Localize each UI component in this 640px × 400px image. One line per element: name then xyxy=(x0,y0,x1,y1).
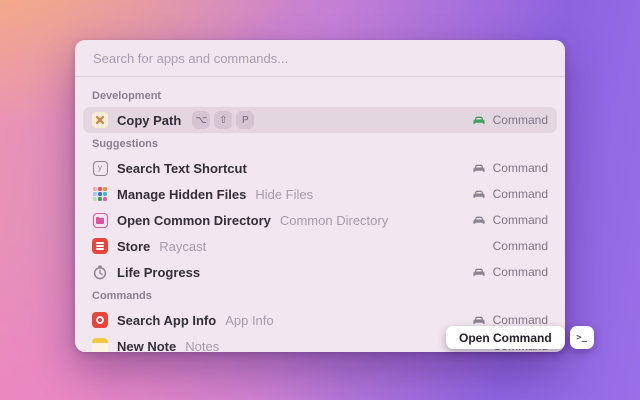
shift-key: ⇧ xyxy=(214,111,233,129)
item-title: New Note xyxy=(117,338,177,353)
item-subtitle: App Info xyxy=(225,312,274,328)
option-key: ⌥ xyxy=(192,111,211,129)
item-title: Search Text Shortcut xyxy=(117,160,247,176)
section-header-commands: Commands xyxy=(92,290,152,302)
list-item-open-common-directory[interactable]: Open Common Directory Common Directory C… xyxy=(83,207,557,233)
directory-icon xyxy=(92,212,108,228)
item-title: Search App Info xyxy=(117,312,217,328)
item-type-label: Command xyxy=(492,187,548,201)
item-type-label: Command xyxy=(492,265,548,279)
p-key: P xyxy=(236,111,255,129)
app-info-icon xyxy=(92,312,108,328)
list-item-copy-path[interactable]: Copy Path ⌥ ⇧ P Command xyxy=(83,107,557,133)
item-subtitle: Notes xyxy=(185,338,220,353)
item-title: Store xyxy=(117,238,151,254)
store-icon xyxy=(92,238,108,254)
open-command-button[interactable]: Open Command xyxy=(446,326,565,349)
section-header-development: Development xyxy=(92,90,162,102)
item-title: Life Progress xyxy=(117,264,201,280)
car-icon xyxy=(472,163,486,174)
item-subtitle: Raycast xyxy=(159,238,207,254)
shortcut-keys: ⌥ ⇧ P xyxy=(192,111,255,129)
item-subtitle: Hide Files xyxy=(255,186,314,202)
item-type-label: Command xyxy=(492,113,548,127)
desktop-wallpaper: Development Copy Path ⌥ ⇧ P Command xyxy=(0,0,640,400)
open-command-hint: Open Command >_ xyxy=(446,326,594,349)
item-title: Manage Hidden Files xyxy=(117,186,247,202)
section-header-suggestions: Suggestions xyxy=(92,138,159,150)
item-title: Open Common Directory xyxy=(117,212,271,228)
clock-icon xyxy=(92,264,108,280)
item-type-label: Command xyxy=(492,239,548,253)
search-bar xyxy=(75,40,565,77)
note-icon xyxy=(92,338,108,352)
item-title: Copy Path xyxy=(117,112,182,128)
terminal-prompt-icon: >_ xyxy=(569,326,594,349)
item-subtitle: Common Directory xyxy=(279,212,389,228)
car-icon xyxy=(472,189,486,200)
car-icon xyxy=(472,115,486,126)
copy-path-icon xyxy=(92,112,108,128)
car-icon xyxy=(472,215,486,226)
item-type-label: Command xyxy=(492,313,548,327)
results-list: Development Copy Path ⌥ ⇧ P Command Sugg… xyxy=(75,77,565,352)
car-icon xyxy=(472,267,486,278)
color-grid-icon xyxy=(92,186,108,202)
list-item-store[interactable]: Store Raycast Command xyxy=(83,233,557,259)
item-type-label: Command xyxy=(492,161,548,175)
list-item-search-text-shortcut[interactable]: y Search Text Shortcut Command xyxy=(83,155,557,181)
item-type-label: Command xyxy=(492,213,548,227)
snippet-icon: y xyxy=(92,160,108,176)
list-item-manage-hidden-files[interactable]: Manage Hidden Files Hide Files Command xyxy=(83,181,557,207)
search-input[interactable] xyxy=(91,49,549,67)
list-item-life-progress[interactable]: Life Progress Command xyxy=(83,259,557,285)
car-icon xyxy=(472,315,486,326)
launcher-window: Development Copy Path ⌥ ⇧ P Command xyxy=(75,40,565,352)
